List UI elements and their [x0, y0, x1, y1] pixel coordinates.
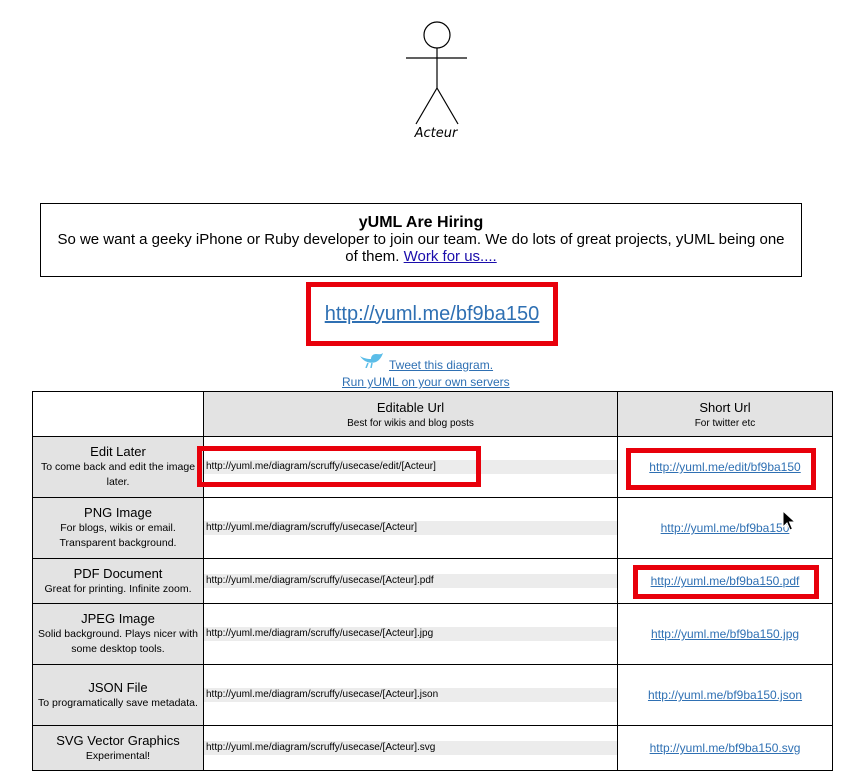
short-url-subtitle: For twitter etc — [694, 417, 756, 429]
short-url-row-link[interactable]: http://yuml.me/bf9ba150.svg — [650, 741, 801, 755]
table-header-row: Editable Url Best for wikis and blog pos… — [32, 391, 833, 437]
row-title: JSON File — [88, 679, 148, 695]
short-url-row-link[interactable]: http://yuml.me/bf9ba150 — [661, 521, 790, 535]
row-title: Edit Later — [90, 444, 146, 459]
row-label: SVG Vector Graphics Experimental! — [32, 725, 204, 771]
mouse-cursor-icon — [782, 510, 796, 531]
short-url-cell: http://yuml.me/bf9ba150 — [617, 497, 833, 559]
short-url-cell: http://yuml.me/edit/bf9ba150 — [617, 436, 833, 498]
hiring-title: yUML Are Hiring — [358, 214, 484, 231]
header-editable-url: Editable Url Best for wikis and blog pos… — [203, 391, 618, 437]
run-yuml-link[interactable]: Run yUML on your own servers — [342, 375, 510, 389]
row-description: For blogs, wikis or email. Transparent b… — [59, 522, 177, 549]
editable-url-cell: http://yuml.me/diagram/scruffy/usecase/[… — [203, 558, 618, 604]
editable-url-field[interactable]: http://yuml.me/diagram/scruffy/usecase/[… — [204, 627, 617, 641]
table-row: SVG Vector Graphics Experimental! http:/… — [32, 725, 833, 771]
table-row: JSON File To programatically save metada… — [32, 664, 833, 726]
twitter-bird-icon — [360, 353, 383, 368]
row-title: JPEG Image — [81, 611, 155, 626]
actor-figure — [406, 21, 467, 125]
editable-url-cell: http://yuml.me/diagram/scruffy/usecase/[… — [203, 603, 618, 665]
row-label: Edit Later To come back and edit the ima… — [32, 436, 204, 498]
short-url-cell: http://yuml.me/bf9ba150.pdf — [617, 558, 833, 604]
table-row: JPEG Image Solid background. Plays nicer… — [32, 603, 833, 665]
diagram-image: Acteur — [400, 18, 472, 148]
row-description: Great for printing. Infinite zoom. — [44, 582, 192, 595]
row-description: To come back and edit the image later. — [40, 461, 196, 488]
export-table: Editable Url Best for wikis and blog pos… — [32, 391, 833, 771]
editable-url-cell: http://yuml.me/diagram/scruffy/usecase/[… — [203, 664, 618, 726]
short-url-cell: http://yuml.me/bf9ba150.svg — [617, 725, 833, 771]
actor-label: Acteur — [414, 126, 458, 141]
row-description: To programatically save metadata. — [38, 696, 198, 709]
editable-url-cell: http://yuml.me/diagram/scruffy/usecase/[… — [203, 497, 618, 559]
editable-url-field[interactable]: http://yuml.me/diagram/scruffy/usecase/[… — [204, 521, 617, 535]
header-short-url: Short Url For twitter etc — [617, 391, 833, 437]
short-url-row-link[interactable]: http://yuml.me/bf9ba150.pdf — [651, 574, 800, 588]
short-url-link[interactable]: http://yuml.me/bf9ba150 — [325, 303, 540, 326]
short-url-row-link[interactable]: http://yuml.me/edit/bf9ba150 — [649, 460, 800, 474]
table-row: PNG Image For blogs, wikis or email. Tra… — [32, 497, 833, 559]
table-row: PDF Document Great for printing. Infinit… — [32, 558, 833, 604]
short-url-row-link[interactable]: http://yuml.me/bf9ba150.jpg — [651, 627, 799, 641]
short-url-title: Short Url — [699, 399, 751, 415]
short-url-cell: http://yuml.me/bf9ba150.jpg — [617, 603, 833, 665]
row-description: Experimental! — [85, 749, 151, 762]
short-url-block: http://yuml.me/bf9ba150 — [306, 282, 558, 346]
row-description: Solid background. Plays nicer with some … — [38, 628, 198, 655]
short-url-cell: http://yuml.me/bf9ba150.json — [617, 664, 833, 726]
tweet-row: Tweet this diagram. — [358, 352, 518, 372]
hiring-banner: yUML Are Hiring So we want a geeky iPhon… — [40, 203, 802, 277]
row-label: PDF Document Great for printing. Infinit… — [32, 558, 204, 604]
header-blank-cell — [32, 391, 204, 437]
editable-url-cell: http://yuml.me/diagram/scruffy/usecase/[… — [203, 725, 618, 771]
tweet-link[interactable]: Tweet this diagram. — [389, 358, 493, 372]
editable-url-title: Editable Url — [376, 399, 445, 415]
row-title: SVG Vector Graphics — [56, 732, 180, 748]
editable-url-field[interactable]: http://yuml.me/diagram/scruffy/usecase/[… — [204, 741, 617, 755]
row-label: PNG Image For blogs, wikis or email. Tra… — [32, 497, 204, 559]
row-title: PDF Document — [73, 565, 163, 581]
editable-url-field[interactable]: http://yuml.me/diagram/scruffy/usecase/e… — [204, 460, 617, 474]
short-url-row-link[interactable]: http://yuml.me/bf9ba150.json — [648, 688, 802, 702]
row-label: JPEG Image Solid background. Plays nicer… — [32, 603, 204, 665]
editable-url-field[interactable]: http://yuml.me/diagram/scruffy/usecase/[… — [204, 574, 617, 588]
row-label: JSON File To programatically save metada… — [32, 664, 204, 726]
editable-url-cell: http://yuml.me/diagram/scruffy/usecase/e… — [203, 436, 618, 498]
table-row: Edit Later To come back and edit the ima… — [32, 436, 833, 498]
work-for-us-link[interactable]: Work for us.... — [404, 248, 497, 265]
hiring-text: So we want a geeky iPhone or Ruby develo… — [41, 231, 801, 265]
editable-url-subtitle: Best for wikis and blog posts — [347, 417, 474, 429]
editable-url-field[interactable]: http://yuml.me/diagram/scruffy/usecase/[… — [204, 688, 617, 702]
row-title: PNG Image — [84, 505, 152, 520]
